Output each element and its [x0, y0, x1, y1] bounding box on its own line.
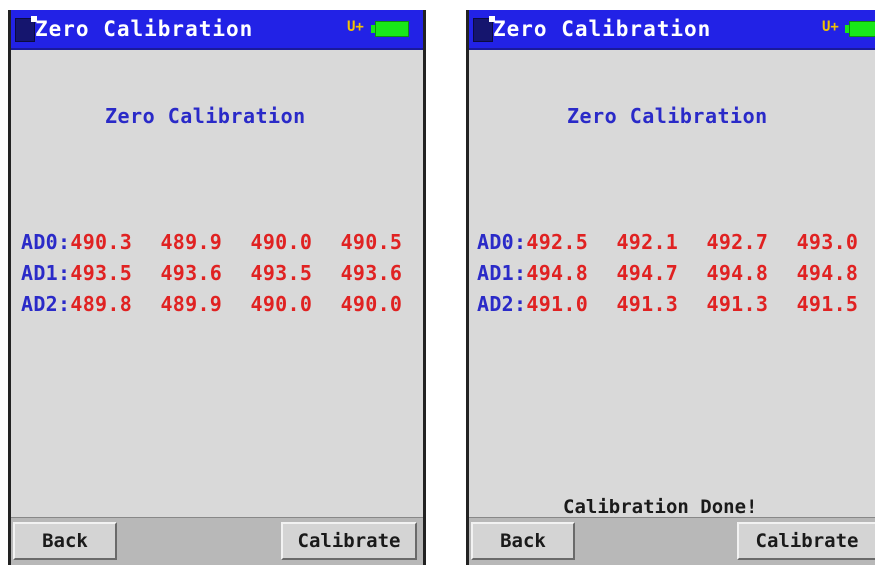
ad-value: 492.5 [526, 230, 589, 254]
battery-icon [845, 21, 875, 37]
bottom-toolbar: Back Calibrate [469, 517, 875, 565]
calibration-screen-before: Zero Calibration U+ Zero Calibration AD0… [8, 10, 426, 565]
usb-icon: U+ [347, 19, 364, 35]
ad-label: AD1 [21, 261, 59, 285]
ad-value: 493.6 [340, 261, 403, 285]
calibration-screen-after: Zero Calibration U+ Zero Calibration AD0… [466, 10, 875, 565]
ad-value: 490.5 [340, 230, 403, 254]
ad-label: AD2 [477, 292, 515, 316]
battery-icon [371, 21, 409, 37]
ad-row-ad0: AD0:492.5 492.1 492.7 493.0 [477, 230, 859, 254]
ad-row-ad0: AD0:490.3 489.9 490.0 490.5 [21, 230, 403, 254]
ad-label: AD0 [477, 230, 515, 254]
ad-row-ad2: AD2:491.0 491.3 491.3 491.5 [477, 292, 859, 316]
app-icon [15, 16, 37, 42]
page-heading: Zero Calibration [105, 104, 306, 128]
ad-value: 494.8 [796, 261, 859, 285]
ad-value: 493.5 [250, 261, 313, 285]
ad-label: AD1 [477, 261, 515, 285]
ad-label: AD2 [21, 292, 59, 316]
ad-value: 490.3 [70, 230, 133, 254]
ad-value: 491.0 [526, 292, 589, 316]
ad-value: 490.0 [340, 292, 403, 316]
calibrate-button[interactable]: Calibrate [281, 522, 417, 560]
ad-value: 489.9 [160, 292, 223, 316]
back-button[interactable]: Back [13, 522, 117, 560]
window-title: Zero Calibration [493, 17, 712, 41]
ad-value: 494.8 [706, 261, 769, 285]
ad-value: 489.8 [70, 292, 133, 316]
title-bar: Zero Calibration U+ [11, 10, 423, 50]
ad-label: AD0 [21, 230, 59, 254]
usb-icon: U+ [822, 19, 839, 35]
ad-row-ad1: AD1:494.8 494.7 494.8 494.8 [477, 261, 859, 285]
ad-value: 491.3 [706, 292, 769, 316]
ad-value: 490.0 [250, 230, 313, 254]
ad-value: 493.6 [160, 261, 223, 285]
page-heading: Zero Calibration [567, 104, 768, 128]
ad-value: 490.0 [250, 292, 313, 316]
app-icon [473, 16, 495, 42]
back-button[interactable]: Back [471, 522, 575, 560]
ad-value: 491.5 [796, 292, 859, 316]
ad-value: 492.7 [706, 230, 769, 254]
ad-value: 492.1 [616, 230, 679, 254]
ad-value: 491.3 [616, 292, 679, 316]
ad-value: 493.0 [796, 230, 859, 254]
ad-row-ad2: AD2:489.8 489.9 490.0 490.0 [21, 292, 403, 316]
window-title: Zero Calibration [35, 17, 254, 41]
status-message: Calibration Done! [563, 496, 758, 518]
ad-value: 489.9 [160, 230, 223, 254]
title-bar: Zero Calibration U+ [469, 10, 875, 50]
bottom-toolbar: Back Calibrate [11, 517, 423, 565]
calibrate-button[interactable]: Calibrate [737, 522, 875, 560]
ad-row-ad1: AD1:493.5 493.6 493.5 493.6 [21, 261, 403, 285]
ad-value: 493.5 [70, 261, 133, 285]
ad-value: 494.7 [616, 261, 679, 285]
ad-value: 494.8 [526, 261, 589, 285]
